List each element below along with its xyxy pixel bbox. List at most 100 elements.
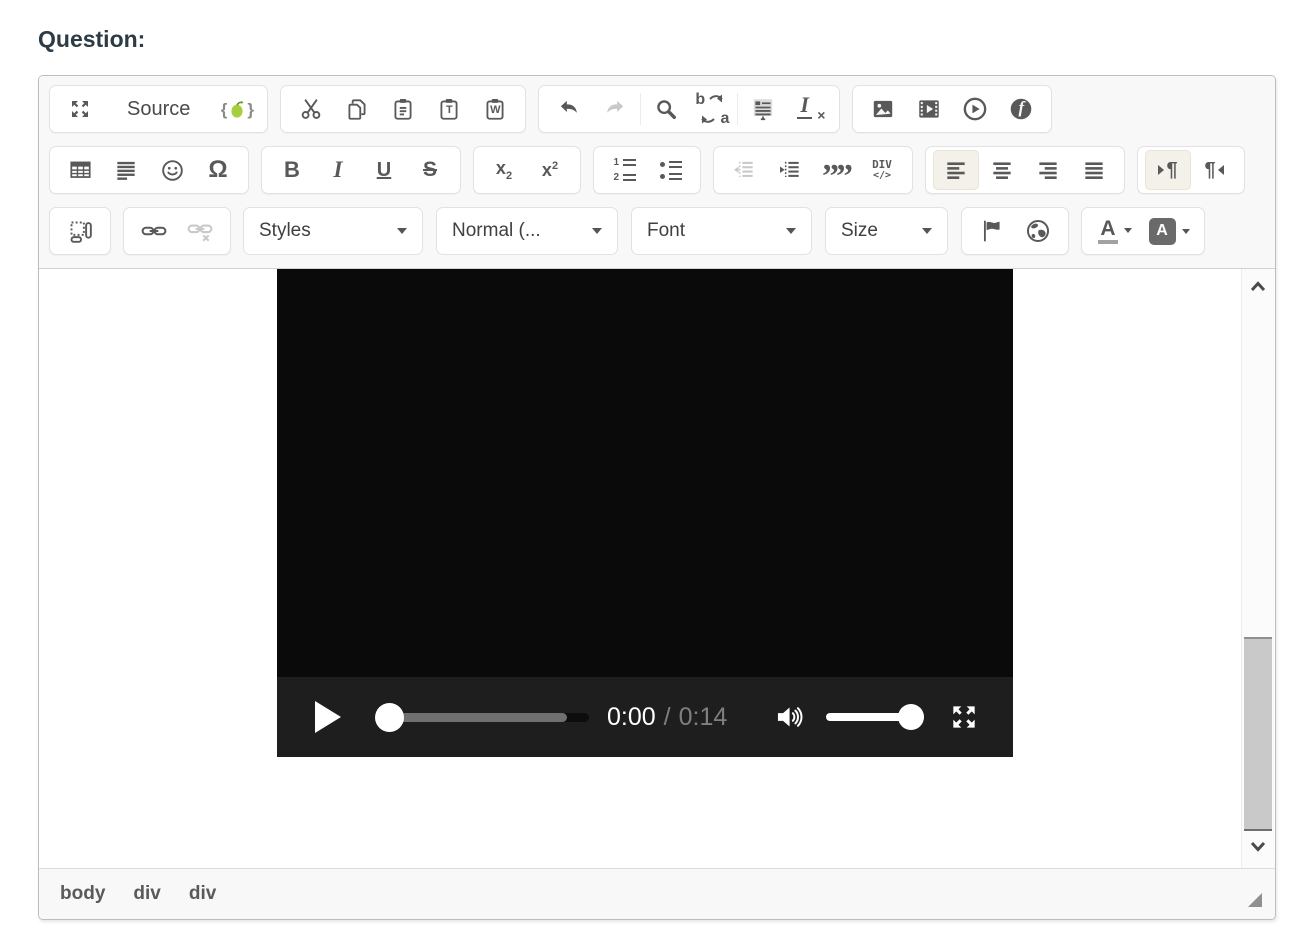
special-char-button[interactable]: Ω	[195, 150, 241, 190]
remove-format-icon: I ×	[794, 94, 824, 124]
text-color-icon: A	[1098, 218, 1131, 244]
scroll-up-button[interactable]	[1246, 275, 1270, 299]
time-display: 0:00 / 0:14	[607, 677, 727, 757]
paste-word-button[interactable]: W	[472, 89, 518, 129]
bold-button[interactable]: B	[269, 150, 315, 190]
format-dropdown-label: Normal (...	[452, 220, 541, 242]
insert-flash-button[interactable]: f	[998, 89, 1044, 129]
bold-icon: B	[284, 157, 300, 183]
superscript-icon: x2	[542, 161, 558, 179]
find-button[interactable]	[643, 89, 689, 129]
search-icon	[653, 96, 679, 122]
group-blocks: ”” DIV </>	[713, 146, 913, 194]
text-direction-rtl-button[interactable]: ¶	[1191, 150, 1237, 190]
select-all-button[interactable]	[740, 89, 786, 129]
italic-button[interactable]: I	[315, 150, 361, 190]
font-dropdown[interactable]: Font	[631, 207, 812, 255]
align-center-button[interactable]	[979, 150, 1025, 190]
size-dropdown[interactable]: Size	[825, 207, 948, 255]
maximize-icon	[68, 97, 92, 121]
strikethrough-button[interactable]: S	[407, 150, 453, 190]
superscript-button[interactable]: x2	[527, 150, 573, 190]
resize-handle[interactable]	[1248, 893, 1262, 907]
language-button[interactable]	[1015, 211, 1061, 251]
seek-bar[interactable]	[381, 713, 589, 722]
maximize-button[interactable]	[57, 89, 103, 129]
smiley-button[interactable]	[149, 150, 195, 190]
speaker-icon	[773, 700, 807, 734]
subscript-button[interactable]: x2	[481, 150, 527, 190]
object-resize-button[interactable]	[57, 211, 103, 251]
replace-button[interactable]: b a	[689, 89, 735, 129]
path-item-body[interactable]: body	[60, 883, 105, 905]
insert-video-button[interactable]	[906, 89, 952, 129]
scroll-down-button[interactable]	[1246, 834, 1270, 858]
editor-content-area[interactable]: 0:00 / 0:14	[39, 269, 1275, 868]
align-justify-button[interactable]	[1071, 150, 1117, 190]
flag-icon	[979, 218, 1005, 244]
numbered-list-icon: 1 2	[612, 158, 636, 183]
path-item-div[interactable]: div	[133, 883, 160, 905]
source-button[interactable]: Source	[103, 89, 214, 129]
omega-icon: Ω	[208, 156, 227, 184]
seek-thumb[interactable]	[375, 703, 404, 732]
chevron-down-icon	[397, 228, 407, 234]
numbered-list-button[interactable]: 1 2	[601, 150, 647, 190]
unlink-icon	[185, 218, 215, 244]
indent-button[interactable]	[767, 150, 813, 190]
bulleted-list-button[interactable]	[647, 150, 693, 190]
circle-play-icon	[961, 95, 989, 123]
align-right-button[interactable]	[1025, 150, 1071, 190]
play-button[interactable]	[315, 701, 341, 733]
underline-button[interactable]: U	[361, 150, 407, 190]
question-label: Question:	[38, 26, 145, 53]
insert-table-button[interactable]	[57, 150, 103, 190]
align-left-button[interactable]	[933, 150, 979, 190]
div-container-button[interactable]: DIV </>	[859, 150, 905, 190]
background-color-button[interactable]: A	[1141, 211, 1197, 251]
chevron-down-icon	[786, 228, 796, 234]
blockquote-button[interactable]: ””	[813, 150, 859, 190]
outdent-button[interactable]	[721, 150, 767, 190]
styles-dropdown[interactable]: Styles	[243, 207, 423, 255]
group-subsup: x2 x2	[473, 146, 581, 194]
copy-button[interactable]	[334, 89, 380, 129]
code-sprout-icon: { }	[221, 99, 254, 119]
current-time: 0:00	[607, 703, 656, 732]
anchor-button[interactable]	[969, 211, 1015, 251]
horizontal-rule-button[interactable]	[103, 150, 149, 190]
strikethrough-icon: S	[423, 158, 437, 182]
toolbar-row-1: Source { }	[49, 85, 1267, 133]
insert-media-button[interactable]	[952, 89, 998, 129]
mute-button[interactable]	[773, 700, 807, 734]
cut-button[interactable]	[288, 89, 334, 129]
fullscreen-icon	[948, 701, 980, 733]
group-clipboard: T W	[280, 85, 526, 133]
undo-button[interactable]	[546, 89, 592, 129]
remove-format-button[interactable]: I ×	[786, 89, 832, 129]
text-direction-ltr-button[interactable]: ¶	[1145, 150, 1191, 190]
path-item-div-2[interactable]: div	[189, 883, 216, 905]
paste-text-button[interactable]: T	[426, 89, 472, 129]
embedded-video-player[interactable]: 0:00 / 0:14	[277, 269, 1013, 757]
redo-button[interactable]	[592, 89, 638, 129]
paste-button[interactable]	[380, 89, 426, 129]
insert-image-button[interactable]	[860, 89, 906, 129]
video-controls-bar: 0:00 / 0:14	[277, 677, 1013, 757]
replace-icon: b a	[694, 92, 730, 126]
source-dialog-button[interactable]: { }	[214, 89, 260, 129]
volume-thumb[interactable]	[898, 704, 924, 730]
text-color-button[interactable]: A	[1089, 211, 1141, 251]
align-left-icon	[943, 157, 969, 183]
vertical-scrollbar[interactable]	[1241, 269, 1275, 868]
scrollbar-thumb[interactable]	[1244, 637, 1272, 831]
fullscreen-button[interactable]	[948, 701, 980, 733]
group-insert: Ω	[49, 146, 249, 194]
unlink-button[interactable]	[177, 211, 223, 251]
italic-icon: I	[334, 157, 343, 183]
format-dropdown[interactable]: Normal (...	[436, 207, 618, 255]
ltr-icon: ¶	[1158, 160, 1177, 180]
volume-slider[interactable]	[826, 713, 924, 721]
link-button[interactable]	[131, 211, 177, 251]
undo-icon	[556, 96, 582, 122]
